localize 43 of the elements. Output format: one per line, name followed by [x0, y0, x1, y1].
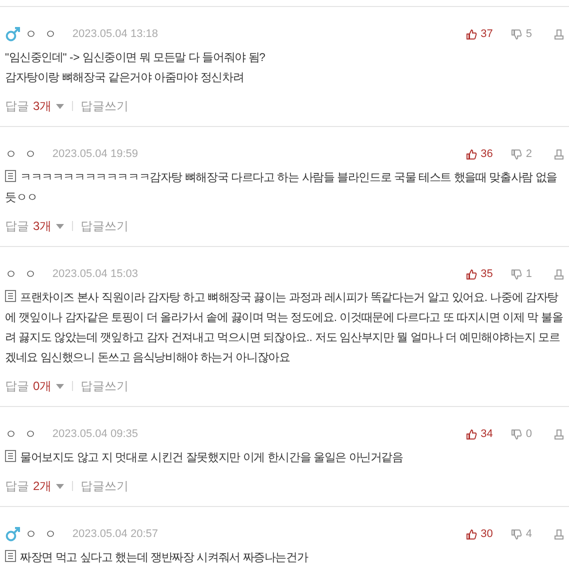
like-button[interactable]: 30 — [466, 526, 493, 542]
comment-date: 2023.05.04 19:59 — [52, 146, 138, 162]
comment-text: 프랜차이즈 본사 직원이라 감자탕 하고 뼈해장국 끓이는 과정과 레시피가 똑같다는거 알고 있어요. 나중에 감자탕에 깻잎이나 감자같은 토핑이 더 올라가서 솥에 끓이며 먹는 정도에요. 이것때문에 다르다고 또 따지시면 이제 막 불올려 끓지도 않았는데 깻잎하고 감자 건져내고 먹으시면 되잖아요.. 저도 임산부지만 뭘 얼마나 더 예민해야하는지 모르겠네요 임신했으니 돈쓰고 음식낭비해야 하는거 아니잖아요 — [5, 289, 564, 366]
author-name[interactable]: ㅇ ㅇ — [25, 25, 58, 43]
caret-down-icon — [56, 224, 64, 228]
comment-text: "임신중인데" -> 임신중이면 뭐 모든말 다 들어줘야 됨? 감자탕이랑 뼈해장국 같은거야 아줌마야 정신차려 — [5, 51, 266, 86]
author-name[interactable]: ㅇ ㅇ — [5, 265, 38, 283]
thumbs-down-icon — [510, 268, 522, 280]
thumbs-up-icon — [466, 28, 477, 40]
thumbs-up-icon — [466, 148, 477, 160]
thumbs-down-icon — [510, 528, 522, 540]
comment-date: 2023.05.04 15:03 — [52, 266, 138, 282]
thumbs-up-icon — [466, 268, 477, 280]
like-button[interactable]: 37 — [466, 26, 493, 42]
caret-down-icon — [56, 484, 64, 488]
report-icon[interactable] — [554, 148, 564, 160]
comment-date: 2023.05.04 13:18 — [72, 26, 158, 42]
like-button[interactable]: 35 — [466, 266, 493, 282]
thumbs-down-icon — [510, 428, 522, 440]
comment-text: 짜장면 먹고 싶다고 했는데 쟁반짜장 시켜줘서 짜증나는건가 — [5, 548, 564, 568]
author-name[interactable]: ㅇ ㅇ — [5, 425, 38, 443]
thumbs-up-icon — [466, 528, 477, 540]
replies-toggle[interactable]: 답글 3개 — [5, 218, 64, 234]
caret-down-icon — [56, 384, 64, 388]
comment-text: 물어보지도 않고 지 멋대로 시킨건 잘못했지만 이게 한시간을 울일은 아닌거같음 — [5, 448, 564, 468]
report-icon[interactable] — [554, 428, 564, 440]
report-icon[interactable] — [554, 528, 564, 540]
caret-down-icon — [56, 104, 64, 108]
thumbs-down-icon — [510, 28, 522, 40]
author-name[interactable]: ㅇ ㅇ — [5, 145, 38, 163]
comment-text: ㅋㅋㅋㅋㅋㅋㅋㅋㅋㅋㅋㅋ감자탕 뼈해장국 다르다고 하는 사람들 블라인드로 국물 테스트 했을때 맞출사람 없을듯ㅇㅇ — [5, 169, 558, 206]
author-name[interactable]: ㅇ ㅇ — [25, 525, 58, 543]
like-button[interactable]: 36 — [466, 146, 493, 162]
thumbs-down-icon — [510, 148, 522, 160]
comment-date: 2023.05.04 09:35 — [52, 426, 138, 442]
thumbs-up-icon — [466, 428, 477, 440]
like-button[interactable]: 34 — [466, 426, 493, 442]
replies-toggle[interactable]: 답글 0개 — [5, 378, 64, 394]
report-icon[interactable] — [554, 28, 564, 40]
comment-date: 2023.05.04 20:57 — [72, 526, 158, 542]
replies-toggle[interactable]: 답글 3개 — [5, 98, 64, 114]
report-icon[interactable] — [554, 268, 564, 280]
replies-toggle[interactable]: 답글 2개 — [5, 478, 64, 494]
